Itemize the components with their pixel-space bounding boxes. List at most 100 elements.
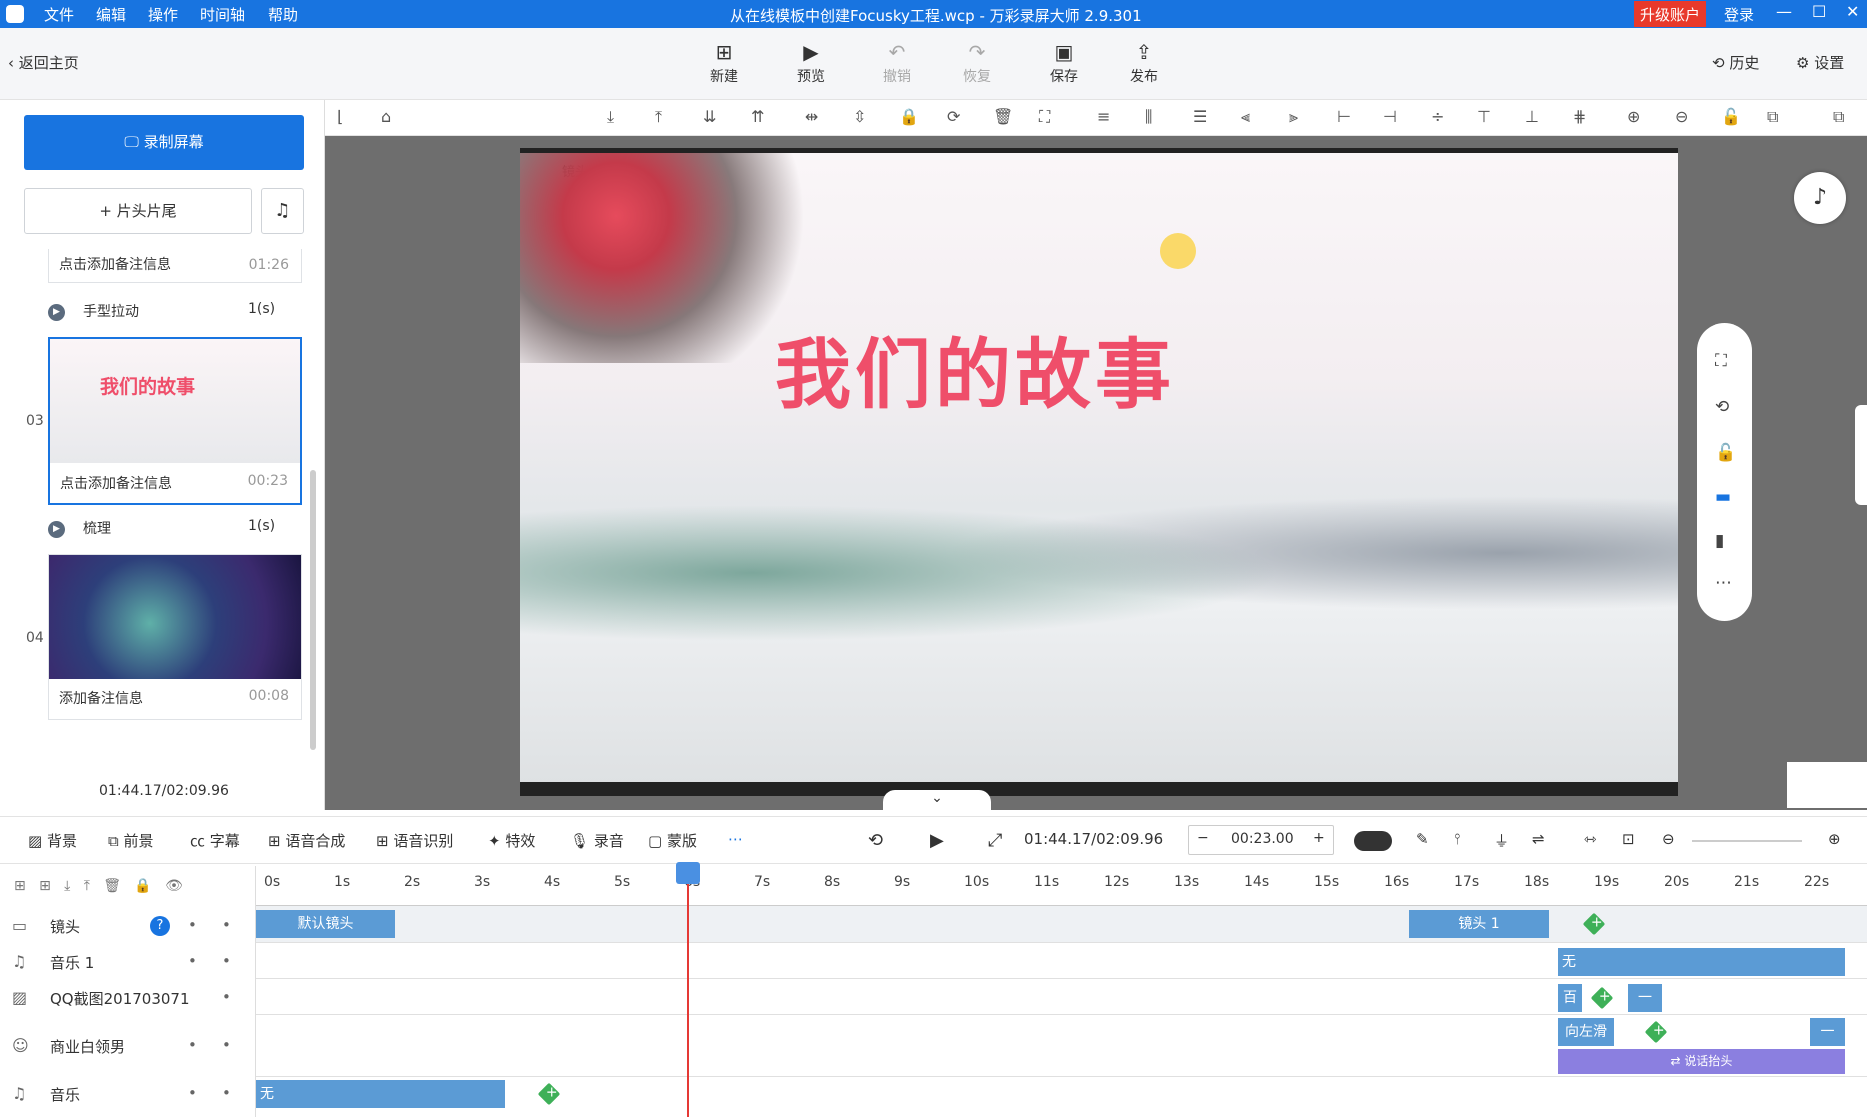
toggle-switch[interactable] bbox=[1354, 831, 1392, 851]
ruler-icon[interactable]: ⌊ bbox=[337, 107, 343, 126]
menu-timeline[interactable]: 时间轴 bbox=[200, 4, 245, 25]
track-music-1[interactable]: ♫ 音乐 1 • • bbox=[0, 952, 256, 982]
scene-list-scrollbar[interactable] bbox=[310, 470, 316, 750]
rotate-icon[interactable]: ⟳ bbox=[947, 107, 960, 126]
foreground-button[interactable]: ⧉ 前景 bbox=[108, 830, 154, 851]
delete-icon[interactable]: 🗑 bbox=[993, 107, 1013, 126]
effects-button[interactable]: ✦ 特效 bbox=[488, 830, 535, 851]
character-exit-clip[interactable]: 一 bbox=[1810, 1018, 1845, 1046]
center-icon[interactable]: ÷ bbox=[1431, 107, 1444, 126]
monitor-icon[interactable]: ▬ bbox=[1715, 487, 1731, 507]
zoom-out-icon[interactable]: ⊖ bbox=[1675, 107, 1688, 126]
slide-canvas[interactable]: 镜头 我们的故事 bbox=[520, 148, 1678, 796]
lens-1-clip[interactable]: 镜头 1 bbox=[1409, 910, 1549, 938]
zoom-in-icon[interactable]: ⊕ bbox=[1627, 107, 1640, 126]
track-lens[interactable]: ▭ 镜头? • • bbox=[0, 916, 256, 946]
play-icon[interactable]: ▶ bbox=[930, 830, 944, 851]
screenshot-icon[interactable]: ⛶ bbox=[1715, 351, 1727, 371]
minimize-icon[interactable]: — bbox=[1776, 2, 1792, 21]
scene-note-row[interactable]: 点击添加备注信息 01:26 bbox=[48, 249, 302, 283]
subtitle-button[interactable]: ㏄ 字幕 bbox=[190, 830, 240, 851]
transition-row[interactable]: ▶ 梳理 1(s) bbox=[48, 518, 275, 538]
background-button[interactable]: ▨ 背景 bbox=[28, 830, 77, 851]
align-middle-icon[interactable]: ⫼ bbox=[1145, 107, 1152, 127]
close-icon[interactable]: ✕ bbox=[1846, 2, 1859, 21]
zoom-out-icon[interactable]: ⊖ bbox=[1662, 830, 1675, 848]
menu-edit[interactable]: 编辑 bbox=[96, 4, 126, 25]
rotate-icon[interactable]: ⟲ bbox=[1715, 397, 1729, 417]
distribute-icon[interactable]: ☰ bbox=[1193, 107, 1207, 126]
time-ruler[interactable]: 0s1s2s3s4s5s6s7s8s9s10s11s12s13s14s15s16… bbox=[256, 866, 1867, 906]
menu-help[interactable]: 帮助 bbox=[268, 4, 298, 25]
fit-icon[interactable]: ⛶ bbox=[1039, 107, 1050, 127]
track-image[interactable]: ▨ QQ截图201703071 • bbox=[0, 988, 256, 1018]
menu-operate[interactable]: 操作 bbox=[148, 4, 178, 25]
mask-button[interactable]: ▢ 蒙版 bbox=[648, 830, 697, 851]
duration-value[interactable]: 00:23.00 bbox=[1231, 831, 1294, 847]
space-icon[interactable]: ⋕ bbox=[1573, 107, 1586, 126]
add-keyframe-icon[interactable] bbox=[1590, 986, 1614, 1010]
align-top-icon[interactable]: ⤒ bbox=[655, 107, 662, 127]
decrease-button[interactable]: − bbox=[1197, 830, 1209, 846]
timeline-tracks[interactable]: 默认镜头 镜头 1 无 百 一 向左滑 一 ⇄ 说话抬头 无 bbox=[256, 862, 1867, 1117]
music-1-audio-clip[interactable]: 无 bbox=[1558, 948, 1845, 976]
fullscreen-icon[interactable]: ⤢ bbox=[988, 830, 1002, 851]
paste-icon[interactable]: ⧉ bbox=[1833, 107, 1844, 127]
track-music[interactable]: ♫ 音乐 • • bbox=[0, 1084, 256, 1114]
image-clip[interactable]: 百 bbox=[1558, 984, 1582, 1012]
chevron-down-icon[interactable]: ⌄ bbox=[883, 790, 991, 812]
publish-button[interactable]: ⇪ 发布 bbox=[1114, 40, 1174, 86]
edit-icon[interactable]: ✎ bbox=[1416, 830, 1429, 848]
more-icon[interactable]: ⋯ bbox=[1715, 573, 1732, 593]
scene-thumbnail-selected[interactable]: 我们的故事 点击添加备注信息 00:23 bbox=[48, 337, 302, 505]
adjust-icon[interactable]: ⇌ bbox=[1532, 830, 1545, 848]
collapse-handle[interactable] bbox=[1855, 405, 1867, 505]
align-left-icon[interactable]: ⫷ bbox=[1241, 107, 1250, 127]
align-left-edge-icon[interactable]: ⊢ bbox=[1337, 107, 1351, 126]
move-up-icon[interactable]: ⇈ bbox=[751, 107, 764, 126]
fit-width-icon[interactable]: ⇿ bbox=[1584, 830, 1597, 848]
align-right-icon[interactable]: ⫸ bbox=[1289, 107, 1298, 127]
flip-horizontal-icon[interactable]: ⇹ bbox=[805, 107, 818, 126]
top-edge-icon[interactable]: ⊤ bbox=[1477, 107, 1491, 126]
help-icon[interactable]: ? bbox=[150, 916, 170, 936]
music-icon[interactable]: ♫ bbox=[261, 188, 304, 234]
mobile-icon[interactable]: ▮ bbox=[1715, 531, 1724, 551]
one-to-one-icon[interactable]: ⊡ bbox=[1622, 830, 1635, 848]
align-bottom-icon[interactable]: ⤓ bbox=[607, 107, 614, 127]
tts-button[interactable]: ⊞ 语音合成 bbox=[268, 830, 345, 851]
save-button[interactable]: ▣ 保存 bbox=[1034, 40, 1094, 86]
copy-icon[interactable]: ⧉ bbox=[1767, 107, 1778, 127]
back-home-button[interactable]: ‹ 返回主页 bbox=[8, 52, 79, 73]
add-keyframe-icon[interactable] bbox=[537, 1082, 561, 1106]
align-center-icon[interactable]: ≡ bbox=[1097, 107, 1110, 126]
preview-button[interactable]: ▶ 预览 bbox=[781, 40, 841, 86]
bottom-edge-icon[interactable]: ⊥ bbox=[1525, 107, 1539, 126]
track-character[interactable]: ☺ 商业白领男 • • bbox=[0, 1036, 256, 1066]
image-exit-clip[interactable]: 一 bbox=[1628, 984, 1662, 1012]
increase-button[interactable]: + bbox=[1313, 830, 1325, 846]
history-button[interactable]: ⟲ 历史 bbox=[1712, 52, 1759, 73]
filter-icon[interactable]: ⏚ bbox=[1494, 830, 1509, 851]
zoom-in-icon[interactable]: ⊕ bbox=[1828, 830, 1841, 848]
upgrade-account-button[interactable]: 升级账户 bbox=[1634, 1, 1707, 27]
rewind-icon[interactable]: ⟲ bbox=[868, 830, 883, 851]
add-keyframe-icon[interactable] bbox=[1644, 1020, 1668, 1044]
playhead-handle[interactable] bbox=[676, 862, 700, 884]
unlock-icon[interactable]: 🔓 bbox=[1721, 107, 1741, 126]
transition-row[interactable]: ▶ 手型拉动 1(s) bbox=[48, 301, 275, 321]
flip-vertical-icon[interactable]: ⇳ bbox=[853, 107, 866, 126]
login-button[interactable]: 登录 bbox=[1724, 4, 1754, 25]
thumbnail-toggle-icon[interactable] bbox=[1787, 762, 1867, 808]
new-button[interactable]: ⊞ 新建 bbox=[694, 40, 754, 86]
scene-thumbnail[interactable]: 添加备注信息 00:08 bbox=[48, 554, 302, 720]
record-screen-button[interactable]: 🖵 录制屏幕 bbox=[24, 115, 304, 170]
default-lens-clip[interactable]: 默认镜头 bbox=[256, 910, 395, 938]
undo-button[interactable]: ↶ 撤销 bbox=[867, 40, 927, 86]
playhead[interactable] bbox=[687, 866, 689, 1117]
record-audio-button[interactable]: 🎙 录音 bbox=[570, 830, 624, 851]
align-right-edge-icon[interactable]: ⊣ bbox=[1383, 107, 1397, 126]
redo-button[interactable]: ↷ 恢复 bbox=[947, 40, 1007, 86]
lock-icon[interactable]: 🔒 bbox=[899, 107, 919, 126]
speech-recognition-button[interactable]: ⊞ 语音识别 bbox=[376, 830, 453, 851]
